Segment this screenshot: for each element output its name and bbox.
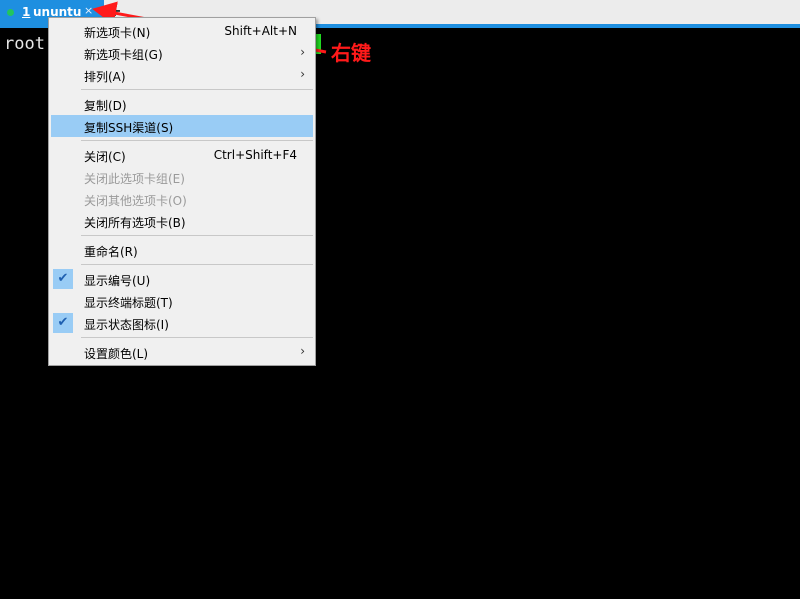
menu-item-show-status-icon[interactable]: ✔ 显示状态图标(I) <box>51 312 313 334</box>
menu-divider <box>81 89 313 90</box>
checkmark-icon: ✔ <box>53 269 73 289</box>
menu-item-label: 排列(A) <box>84 70 126 84</box>
terminal-prompt: root <box>4 34 45 54</box>
menu-item-label: 设置颜色(L) <box>84 347 149 361</box>
menu-item-label: 显示终端标题(T) <box>84 296 173 310</box>
menu-item-label: 新选项卡组(G) <box>84 48 163 62</box>
menu-item-duplicate-ssh-channel[interactable]: 复制SSH渠道(S) <box>51 115 313 137</box>
annotation-label: 右键 <box>331 41 371 65</box>
menu-item-close-tab-group[interactable]: 关闭此选项卡组(E) <box>51 166 313 188</box>
menu-item-set-color[interactable]: 设置颜色(L) › <box>51 341 313 363</box>
menu-divider <box>81 337 313 338</box>
menu-item-label: 新选项卡(N) <box>84 26 151 40</box>
menu-item-rename[interactable]: 重命名(R) <box>51 239 313 261</box>
chevron-right-icon: › <box>300 45 305 59</box>
chevron-right-icon: › <box>300 344 305 358</box>
chevron-right-icon: › <box>300 67 305 81</box>
menu-item-new-tab[interactable]: 新选项卡(N) Shift+Alt+N <box>51 20 313 42</box>
menu-divider <box>81 140 313 141</box>
menu-item-close-other-tabs[interactable]: 关闭其他选项卡(O) <box>51 188 313 210</box>
menu-divider <box>81 264 313 265</box>
menu-item-arrange[interactable]: 排列(A) › <box>51 64 313 86</box>
menu-item-show-terminal-title[interactable]: 显示终端标题(T) <box>51 290 313 312</box>
menu-item-label: 重命名(R) <box>84 245 138 259</box>
tab-close-icon[interactable]: × <box>84 4 93 17</box>
status-dot-icon <box>7 9 14 16</box>
menu-item-close[interactable]: 关闭(C) Ctrl+Shift+F4 <box>51 144 313 166</box>
menu-item-label: 显示编号(U) <box>84 274 151 288</box>
tab-context-menu: 新选项卡(N) Shift+Alt+N 新选项卡组(G) › 排列(A) › 复… <box>48 17 316 366</box>
menu-item-shortcut: Ctrl+Shift+F4 <box>213 148 297 162</box>
menu-item-close-all-tabs[interactable]: 关闭所有选项卡(B) <box>51 210 313 232</box>
menu-divider <box>81 235 313 236</box>
menu-item-shortcut: Shift+Alt+N <box>224 24 297 38</box>
menu-item-label: 关闭所有选项卡(B) <box>84 216 186 230</box>
menu-item-new-tab-group[interactable]: 新选项卡组(G) › <box>51 42 313 64</box>
tab-number: 1 <box>22 5 31 19</box>
menu-item-label: 关闭其他选项卡(O) <box>84 194 187 208</box>
menu-item-show-number[interactable]: ✔ 显示编号(U) <box>51 268 313 290</box>
menu-item-label: 复制(D) <box>84 99 127 113</box>
checkmark-icon: ✔ <box>53 313 73 333</box>
menu-item-label: 关闭(C) <box>84 150 126 164</box>
menu-item-duplicate[interactable]: 复制(D) <box>51 93 313 115</box>
menu-item-label: 显示状态图标(I) <box>84 318 169 332</box>
menu-item-label: 关闭此选项卡组(E) <box>84 172 185 186</box>
menu-item-label: 复制SSH渠道(S) <box>84 121 174 135</box>
